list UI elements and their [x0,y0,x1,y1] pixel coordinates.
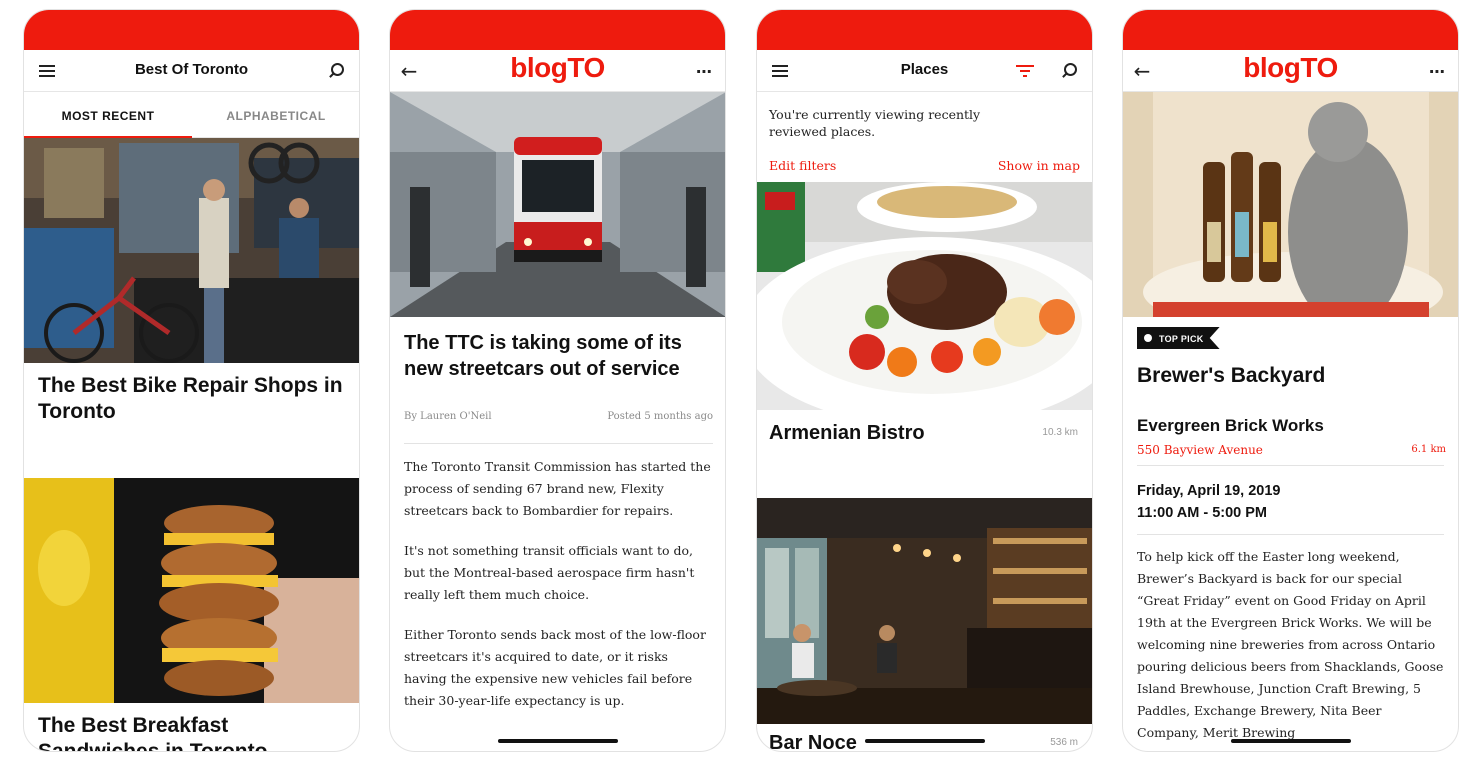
status-bar [390,10,725,50]
event-hero-photo [1123,92,1458,317]
filter-notice: You're currently viewing recently review… [757,92,1092,182]
place-info: Bar Noce 536 m [757,724,1092,752]
address-row[interactable]: 550 Bayview Avenue 6.1 km [1137,436,1446,466]
notice-text: You're currently viewing recently review… [769,107,981,139]
event-date: Friday, April 19, 2019 [1137,483,1281,499]
event-time: 11:00 AM - 5:00 PM [1137,505,1268,521]
venue-address[interactable]: 550 Bayview Avenue [1137,443,1263,457]
event-details: TOP PICK Brewer's Backyard Evergreen Bri… [1123,317,1458,744]
blogto-logo: blogTO [510,52,605,83]
place-card[interactable]: Bar Noce 536 m [757,498,1092,752]
badge-label: TOP PICK [1159,334,1204,344]
sandwich-illustration [24,478,359,703]
event-description: To help kick off the Easter long weekend… [1137,549,1444,740]
nav-bar: ← blogTO ⋯ [390,50,725,92]
status-bar [24,10,359,50]
filter-icon-graphic [1016,65,1034,77]
article-photo-bike-shop [24,138,359,363]
status-bar [1123,10,1458,50]
article-card[interactable]: The Best Breakfast Sandwiches in Toronto [24,478,359,752]
article-card[interactable]: The Best Bike Repair Shops in Toronto [24,138,359,478]
blogto-logo: blogTO [1243,52,1338,83]
home-indicator [864,739,985,743]
status-bar [757,10,1092,50]
article-title: The TTC is taking some of its new street… [404,332,682,380]
place-photo-armenian-bistro [757,182,1092,410]
streetcar-illustration [390,92,725,317]
edit-filters-link[interactable]: Edit filters [769,158,836,173]
search-icon[interactable] [1058,60,1080,82]
home-indicator [1230,739,1351,743]
byline: By Lauren O'Neil [404,411,492,422]
place-photo-bar-noce [757,498,1092,724]
top-pick-badge: TOP PICK [1137,327,1220,349]
place-name: Bar Noce [769,732,857,752]
badge-dot-icon [1144,334,1152,342]
posted-date: Posted 5 months ago [607,411,713,422]
article-meta: By Lauren O'Neil Posted 5 months ago [404,394,713,444]
nav-bar: Places [757,50,1092,92]
tab-bar: MOST RECENT ALPHABETICAL [24,92,359,139]
more-options-icon[interactable]: ⋯ [693,60,715,82]
restaurant-interior-illustration [757,498,1092,724]
bike-shop-illustration [24,138,359,363]
more-options-icon[interactable]: ⋯ [1426,60,1448,82]
article-hero-photo-streetcar [390,92,725,317]
article-photo-sandwich [24,478,359,703]
beer-bottles-illustration [1123,92,1458,317]
article-paragraph: Either Toronto sends back most of the lo… [404,627,706,708]
food-plate-illustration [757,182,1092,410]
place-info: Armenian Bistro 10.3 km [757,410,1092,498]
phone-screen-event: ← blogTO ⋯ TOP PICK Brewer's Backyard Ev… [1122,9,1459,752]
event-title: Brewer's Backyard [1137,364,1326,387]
article-paragraph: It's not something transit officials wan… [404,543,695,602]
tab-label: ALPHABETICAL [226,109,326,123]
article-paragraph: The Toronto Transit Commission has start… [404,459,711,518]
phone-screen-article: ← blogTO ⋯ The TTC is taking some of its… [389,9,726,752]
phone-screen-best-of-toronto: Best Of Toronto MOST RECENT ALPHABETICAL [23,9,360,752]
place-name: Armenian Bistro [769,422,925,444]
page-title: Places [900,61,949,78]
search-icon[interactable] [325,60,347,82]
article-body: The Toronto Transit Commission has start… [390,444,725,712]
venue-distance: 6.1 km [1411,444,1446,455]
nav-bar: Best Of Toronto [24,50,359,92]
place-distance: 10.3 km [1042,427,1078,438]
nav-bar: ← blogTO ⋯ [1123,50,1458,92]
page-title: Best Of Toronto [134,61,249,78]
venue-name: Evergreen Brick Works [1137,416,1324,435]
show-in-map-link[interactable]: Show in map [998,158,1080,173]
event-datetime: Friday, April 19, 2019 11:00 AM - 5:00 P… [1137,466,1444,535]
article-title: The Best Breakfast Sandwiches in Toronto [38,714,268,752]
place-card[interactable]: Armenian Bistro 10.3 km [757,182,1092,498]
article-title: The Best Bike Repair Shops in Toronto [38,374,343,423]
tab-most-recent[interactable]: MOST RECENT [24,92,192,139]
phone-screen-places: Places You're currently viewing recently… [756,9,1093,752]
filter-icon[interactable] [1014,60,1036,82]
tab-alphabetical[interactable]: ALPHABETICAL [192,92,359,138]
tab-label: MOST RECENT [61,109,155,123]
home-indicator [497,739,618,743]
place-distance: 536 m [1050,737,1078,748]
